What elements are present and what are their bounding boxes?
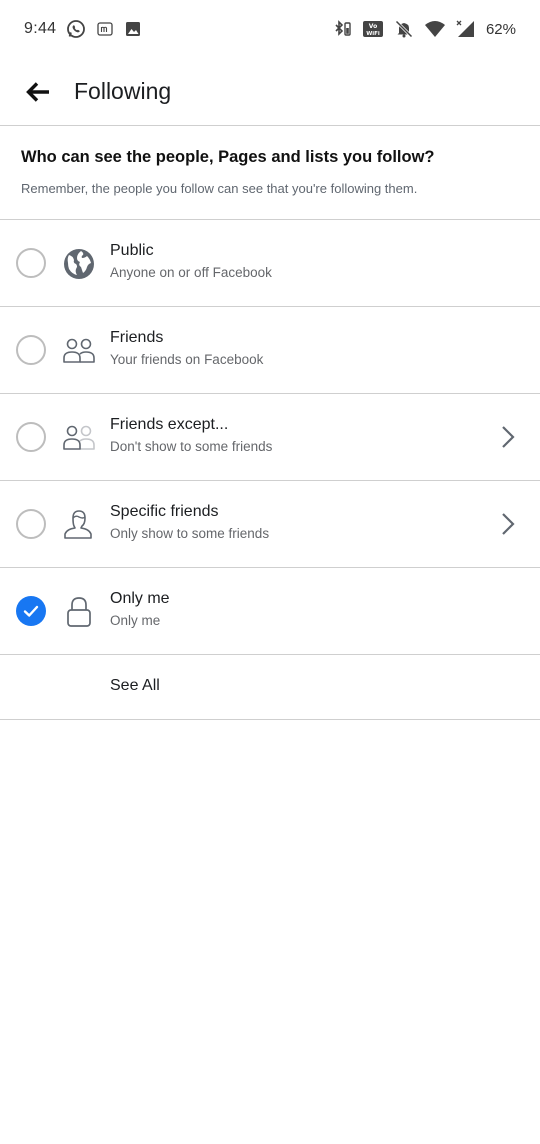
option-only-me[interactable]: Only me Only me <box>0 568 540 655</box>
option-label: Public <box>110 242 154 259</box>
option-public[interactable]: Public Anyone on or off Facebook <box>0 220 540 307</box>
intro-subtext: Remember, the people you follow can see … <box>21 181 418 196</box>
arrow-left-icon <box>26 81 49 102</box>
see-all-button[interactable]: See All <box>0 655 540 720</box>
whatsapp-icon <box>66 19 86 39</box>
see-all-label: See All <box>110 677 160 694</box>
friends-except-icon <box>60 419 98 457</box>
option-description: Don't show to some friends <box>110 439 273 454</box>
status-time: 9:44 <box>24 20 57 37</box>
option-text: Public Anyone on or off Facebook <box>110 242 272 280</box>
option-description: Only me <box>110 613 161 628</box>
option-text: Specific friends Only show to some frien… <box>110 503 269 541</box>
globe-icon <box>60 245 98 283</box>
chevron-right-icon <box>498 422 518 452</box>
status-bar: 9:44 Vo WiFi 62% <box>0 0 540 58</box>
option-friends[interactable]: Friends Your friends on Facebook <box>0 307 540 394</box>
status-left: 9:44 <box>24 19 142 39</box>
option-label: Friends except... <box>110 416 229 433</box>
radio-button[interactable] <box>16 248 46 278</box>
option-text: Friends Your friends on Facebook <box>110 329 263 367</box>
radio-button[interactable] <box>16 509 46 539</box>
chevron-right-icon <box>498 509 518 539</box>
option-description: Your friends on Facebook <box>110 352 264 367</box>
checkmark-icon <box>23 605 39 617</box>
signal-icon <box>456 19 476 39</box>
intro-heading: Who can see the people, Pages and lists … <box>21 148 435 166</box>
option-text: Only me Only me <box>110 590 170 628</box>
friends-icon <box>60 332 98 370</box>
option-text: Friends except... Don't show to some fri… <box>110 416 272 454</box>
option-label: Friends <box>110 329 164 346</box>
option-specific-friends[interactable]: Specific friends Only show to some frien… <box>0 481 540 568</box>
back-button[interactable] <box>20 74 56 110</box>
app-header: Following <box>0 58 540 126</box>
radio-button[interactable] <box>16 422 46 452</box>
audience-options-list: Public Anyone on or off Facebook Friends… <box>0 220 540 720</box>
bluetooth-battery-icon <box>332 19 352 39</box>
intro-section: Who can see the people, Pages and lists … <box>0 126 540 220</box>
status-right: Vo WiFi 62% <box>332 19 516 39</box>
mute-bell-icon <box>394 19 414 39</box>
radio-button-selected[interactable] <box>16 596 46 626</box>
page-title: Following <box>74 78 172 104</box>
battery-percentage: 62% <box>485 20 516 38</box>
lock-icon <box>60 593 98 631</box>
vowifi-icon: Vo WiFi <box>362 19 384 39</box>
option-label: Only me <box>110 590 170 607</box>
option-description: Anyone on or off Facebook <box>110 265 272 280</box>
radio-button[interactable] <box>16 335 46 365</box>
svg-text:WiFi: WiFi <box>366 31 380 37</box>
option-friends-except[interactable]: Friends except... Don't show to some fri… <box>0 394 540 481</box>
option-description: Only show to some friends <box>110 526 270 541</box>
messenger-lite-icon <box>96 20 114 38</box>
svg-text:Vo: Vo <box>369 23 377 30</box>
option-label: Specific friends <box>110 503 219 520</box>
specific-friend-icon <box>60 506 98 544</box>
gallery-icon <box>124 20 142 38</box>
wifi-icon <box>424 19 446 39</box>
